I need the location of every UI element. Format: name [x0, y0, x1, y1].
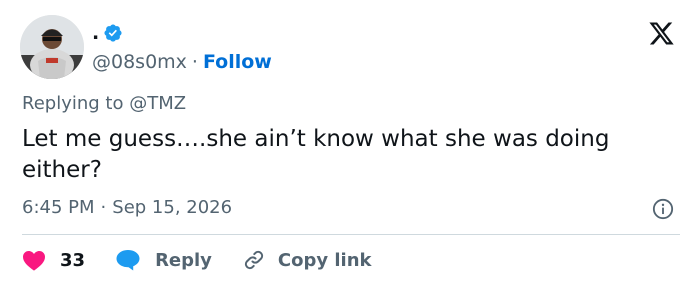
name-row: .: [92, 20, 272, 46]
reply-label: Reply: [155, 249, 212, 271]
tweet-time: 6:45 PM: [22, 197, 95, 218]
display-name[interactable]: .: [92, 23, 99, 43]
x-logo-icon[interactable]: [647, 20, 676, 47]
reply-button[interactable]: Reply: [115, 249, 212, 271]
verified-badge-icon: [103, 23, 123, 43]
heart-icon: [23, 251, 45, 271]
separator-dot: ·: [191, 51, 198, 73]
replying-to-line: Replying to @TMZ: [22, 92, 186, 116]
replying-to-label: Replying to: [22, 93, 124, 114]
info-icon[interactable]: [652, 198, 674, 220]
copy-link-button[interactable]: Copy link: [242, 248, 372, 272]
user-handle[interactable]: @08s0mx: [92, 50, 187, 74]
avatar[interactable]: [20, 15, 84, 79]
tweet-date: Sep 15, 2026: [112, 197, 233, 218]
tweet-timestamp[interactable]: 6:45 PM · Sep 15, 2026: [22, 196, 232, 220]
avatar-image: [20, 15, 84, 79]
replying-to-handle[interactable]: @TMZ: [129, 93, 186, 114]
tweet-text: Let me guess….she ain’t know what she wa…: [22, 126, 610, 183]
speech-bubble-icon: [116, 250, 140, 271]
like-count: 33: [60, 249, 86, 271]
like-button[interactable]: 33: [22, 249, 85, 271]
link-icon: [244, 250, 263, 270]
copy-link-label: Copy link: [277, 249, 372, 271]
timestamp-separator: ·: [100, 197, 107, 218]
divider: [22, 234, 680, 235]
user-info: . @08s0mx · Follow: [92, 20, 272, 74]
tweet-header: . @08s0mx · Follow: [20, 14, 272, 80]
action-bar: 33 Reply Copy link: [22, 246, 372, 274]
follow-button[interactable]: Follow: [203, 50, 272, 74]
tweet-card: . @08s0mx · Follow Replying to @TMZ Let: [0, 0, 700, 287]
handle-row: @08s0mx · Follow: [92, 50, 272, 74]
